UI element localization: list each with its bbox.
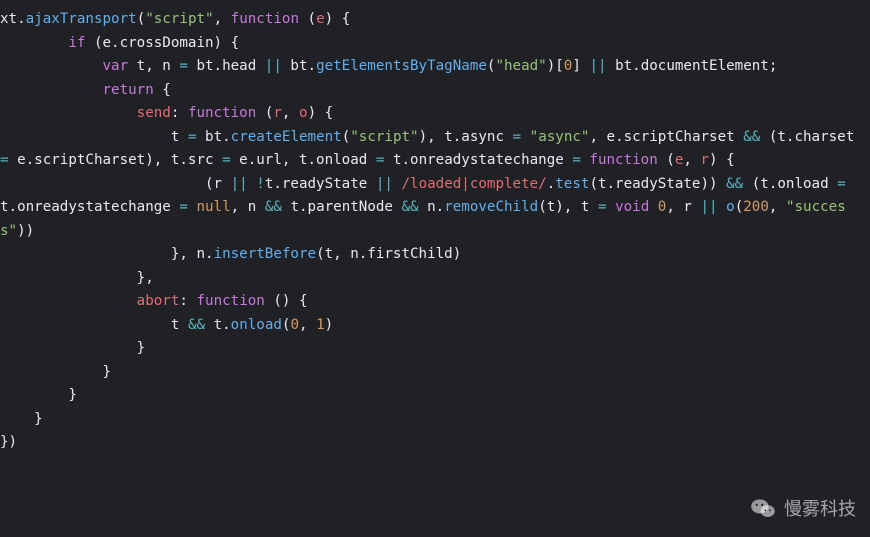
code-content: xt.ajaxTransport("script", function (e) …: [0, 11, 863, 450]
watermark-text: 慢雾科技: [784, 495, 856, 521]
code-block: xt.ajaxTransport("script", function (e) …: [0, 0, 870, 455]
wechat-icon: [750, 497, 776, 519]
watermark: 慢雾科技: [750, 495, 856, 521]
